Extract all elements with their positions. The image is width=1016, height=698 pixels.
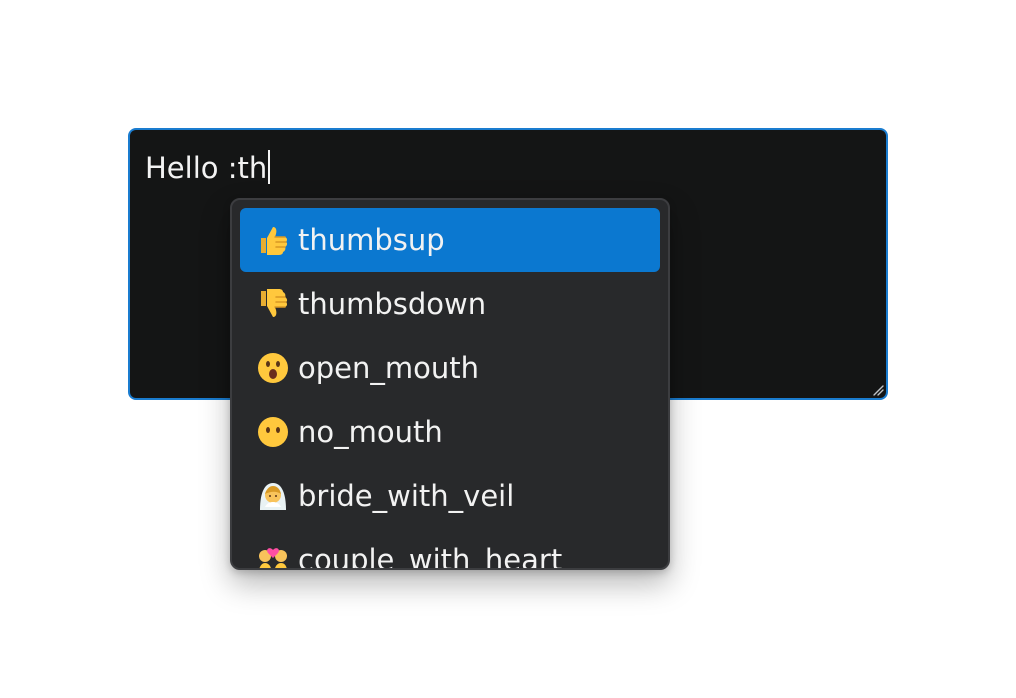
- suggestion-thumbsdown[interactable]: thumbsdown: [240, 272, 660, 336]
- bride-with-veil-icon: [256, 479, 290, 513]
- suggestion-label: bride_with_veil: [298, 479, 515, 513]
- thumbs-down-icon: [256, 287, 290, 321]
- suggestion-label: no_mouth: [298, 415, 443, 449]
- suggestion-open-mouth[interactable]: open_mouth: [240, 336, 660, 400]
- text-caret: [268, 150, 271, 184]
- suggestion-label: thumbsdown: [298, 287, 487, 321]
- message-text: Hello :th: [145, 151, 268, 185]
- suggestion-couple-with-heart[interactable]: couple_with_heart: [240, 528, 660, 570]
- suggestion-label: couple_with_heart: [298, 543, 563, 570]
- couple-with-heart-icon: [256, 543, 290, 568]
- emoji-suggestions-list[interactable]: thumbsup thumbsdown open_mouth no_mouth …: [230, 198, 670, 570]
- suggestion-no-mouth[interactable]: no_mouth: [240, 400, 660, 464]
- suggestion-thumbsup[interactable]: thumbsup: [240, 208, 660, 272]
- open-mouth-face-icon: [256, 351, 290, 385]
- suggestion-bride-with-veil[interactable]: bride_with_veil: [240, 464, 660, 528]
- suggestion-label: thumbsup: [298, 223, 445, 257]
- no-mouth-face-icon: [256, 415, 290, 449]
- thumbs-up-icon: [256, 223, 290, 257]
- suggestion-label: open_mouth: [298, 351, 479, 385]
- emoji-autocomplete-demo: Hello :th thumbsup thumbsdown open_mouth…: [0, 0, 1016, 698]
- resize-handle-icon[interactable]: [872, 384, 884, 396]
